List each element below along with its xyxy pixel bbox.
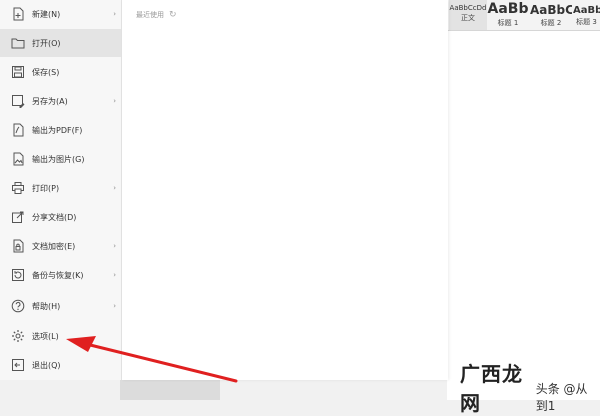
chevron-right-icon: › [113, 184, 116, 192]
lock-icon [11, 239, 25, 253]
menu-item-label: 打印(P) [32, 183, 60, 193]
style-label: 标题 1 [497, 19, 519, 27]
chevron-right-icon: › [113, 302, 116, 310]
menu-item-label: 输出为PDF(F) [32, 125, 83, 135]
menu-item-encrypt[interactable]: 文档加密(E) › [0, 232, 121, 260]
style-sample: AaBb [487, 1, 529, 17]
refresh-icon[interactable]: ↻ [169, 10, 177, 20]
menu-item-label: 保存(S) [32, 67, 60, 77]
chevron-right-icon: › [113, 97, 116, 105]
backup-icon [11, 268, 25, 282]
share-icon [11, 210, 25, 224]
menu-item-label: 另存为(A) [32, 96, 68, 106]
image-export-icon [11, 152, 25, 166]
menu-item-open[interactable]: 打开(O) [0, 29, 121, 57]
gear-icon [11, 329, 25, 343]
style-normal[interactable]: AaBbCcDd 正文 [449, 0, 487, 30]
menu-item-label: 文档加密(E) [32, 241, 76, 251]
recent-header: 最近使用 ↻ [136, 10, 177, 20]
menu-item-exit[interactable]: 退出(Q) [0, 351, 121, 379]
style-label: 标题 3 [576, 18, 597, 26]
recent-files-panel: 最近使用 ↻ [122, 0, 448, 380]
menu-item-options[interactable]: 选项(L) [0, 322, 121, 350]
help-icon [11, 299, 25, 313]
chevron-right-icon: › [113, 242, 116, 250]
folder-icon [11, 36, 25, 50]
exit-icon [11, 358, 25, 372]
watermark-brand: 广西龙网 [460, 362, 523, 415]
menu-item-label: 备份与恢复(K) [32, 270, 84, 280]
chevron-right-icon: › [113, 271, 116, 279]
menu-item-label: 选项(L) [32, 331, 59, 341]
save-icon [11, 65, 25, 79]
recent-label: 最近使用 [136, 11, 164, 19]
menu-item-save[interactable]: 保存(S) [0, 58, 121, 86]
menu-item-label: 输出为图片(G) [32, 154, 85, 164]
menu-item-label: 打开(O) [32, 38, 61, 48]
document-canvas [447, 30, 600, 400]
menu-item-label: 新建(N) [32, 9, 61, 19]
new-file-icon [11, 7, 25, 21]
pdf-icon [11, 123, 25, 137]
styles-gallery: AaBbCcDd 正文 AaBb 标题 1 AaBbC 标题 2 AaBbC 标… [447, 0, 600, 31]
menu-item-label: 帮助(H) [32, 301, 61, 311]
menu-item-share[interactable]: 分享文档(D) [0, 203, 121, 231]
menu-item-help[interactable]: 帮助(H) › [0, 292, 121, 320]
menu-item-print[interactable]: 打印(P) › [0, 174, 121, 202]
file-menu: 新建(N) › 打开(O) 保存(S) 另存为(A) › 输出为PDF(F) 输… [0, 0, 122, 380]
menu-item-export-image[interactable]: 输出为图片(G) [0, 145, 121, 173]
menu-item-label: 退出(Q) [32, 360, 61, 370]
style-sample: AaBbCcDd [449, 4, 487, 12]
style-sample: AaBbC [573, 5, 600, 16]
style-label: 正文 [461, 14, 475, 22]
style-heading-2[interactable]: AaBbC 标题 2 [530, 0, 572, 30]
style-label: 标题 2 [540, 19, 562, 27]
style-heading-3[interactable]: AaBbC 标题 3 [573, 0, 600, 30]
chevron-right-icon: › [113, 10, 116, 18]
menu-item-save-as[interactable]: 另存为(A) › [0, 87, 121, 115]
watermark: 广西龙网 头条 @从 到1 [460, 358, 600, 416]
save-as-icon [11, 94, 25, 108]
printer-icon [11, 181, 25, 195]
menu-item-backup[interactable]: 备份与恢复(K) › [0, 261, 121, 289]
menu-item-export-pdf[interactable]: 输出为PDF(F) [0, 116, 121, 144]
menu-item-new[interactable]: 新建(N) › [0, 0, 121, 28]
style-heading-1[interactable]: AaBb 标题 1 [487, 0, 529, 30]
style-sample: AaBbC [530, 3, 572, 17]
menu-item-label: 分享文档(D) [32, 212, 77, 222]
watermark-account: 头条 @从 到1 [535, 382, 588, 413]
status-area [120, 380, 220, 400]
